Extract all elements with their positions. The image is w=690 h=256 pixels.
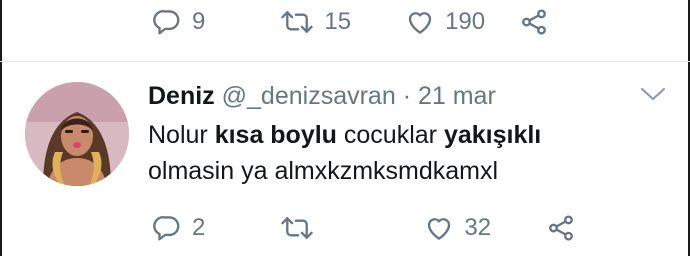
tweet-text-part: cocuklar [336, 121, 444, 149]
tweet-text: Nolur kısa boylu cocuklar yakışıklı olma… [148, 117, 668, 189]
like-count: 32 [464, 214, 492, 241]
tweet-text-line-2: olmasin ya almxkzmksmdkamxl [148, 157, 499, 185]
share-button[interactable] [546, 213, 576, 243]
chevron-down-icon [640, 88, 666, 108]
retweet-icon [280, 7, 314, 37]
tweet-actions: 2 32 [152, 210, 576, 246]
reply-icon [152, 7, 182, 37]
tweet-text-bold: yakışıklı [443, 121, 542, 149]
share-icon [546, 213, 576, 243]
tweet-text-bold: kısa boylu [214, 121, 337, 149]
avatar[interactable] [25, 82, 129, 186]
header-separator: · [402, 82, 412, 110]
reply-count: 2 [192, 214, 206, 241]
retweet-button[interactable] [280, 213, 324, 243]
retweet-count: 15 [324, 8, 352, 35]
tweet-divider [0, 61, 690, 62]
like-button[interactable]: 32 [424, 213, 491, 243]
tweet-text-line-1: Nolur kısa boylu cocuklar yakışıklı [148, 117, 668, 153]
tweet-text-part: Nolur [148, 121, 215, 149]
like-icon [424, 213, 454, 243]
avatar-photo [25, 82, 129, 186]
reply-icon [152, 213, 182, 243]
display-name[interactable]: Deniz [148, 82, 215, 110]
previous-tweet-actions: 9 15 190 [152, 4, 549, 40]
share-button[interactable] [519, 7, 549, 37]
reply-count: 9 [192, 8, 206, 35]
window-edge-left [0, 0, 2, 256]
share-icon [519, 7, 549, 37]
tweet-date[interactable]: 21 mar [418, 82, 496, 110]
retweet-icon [280, 213, 314, 243]
like-button[interactable]: 190 [405, 7, 485, 37]
tweet-menu-button[interactable] [640, 84, 666, 109]
tweet-header: Deniz @_denizsavran · 21 mar [148, 82, 496, 111]
like-icon [405, 7, 435, 37]
reply-button[interactable]: 2 [152, 213, 205, 243]
reply-button[interactable]: 9 [152, 7, 205, 37]
user-handle[interactable]: @_denizsavran [222, 82, 396, 110]
like-count: 190 [445, 8, 486, 35]
retweet-button[interactable]: 15 [280, 7, 351, 37]
